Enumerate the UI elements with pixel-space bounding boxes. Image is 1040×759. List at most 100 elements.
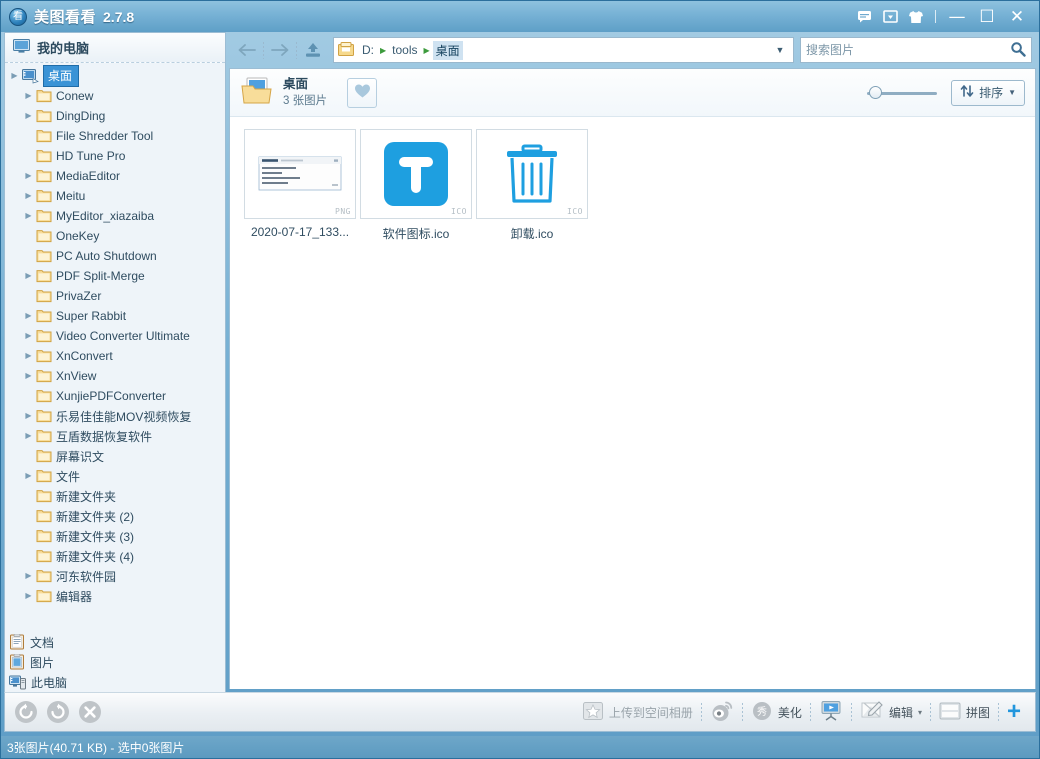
thumbnail-image[interactable]: ICO (476, 129, 588, 219)
upload-to-album-button[interactable]: 上传到空间相册 (576, 697, 699, 727)
maximize-button[interactable]: ☐ (972, 6, 1002, 28)
tree-item[interactable]: ▶ 新建文件夹 (5, 486, 225, 506)
folder-icon (36, 489, 52, 503)
folder-icon (36, 269, 52, 283)
tree-item[interactable]: ▶ 新建文件夹 (3) (5, 526, 225, 546)
tree-item[interactable]: ▶ XnView (5, 366, 225, 386)
status-text: 3张图片(40.71 KB) - 选中0张图片 (7, 740, 185, 755)
tree-item-label: Video Converter Ultimate (56, 329, 190, 343)
tree-item[interactable]: ▶ DingDing (5, 106, 225, 126)
rotate-left-icon[interactable] (13, 699, 39, 725)
expand-arrow-icon[interactable]: ▶ (21, 266, 36, 286)
thumbnail-image[interactable]: PNG (244, 129, 356, 219)
search-box[interactable] (800, 37, 1032, 63)
delete-icon[interactable] (77, 699, 103, 725)
expand-arrow-icon[interactable]: ▶ (7, 66, 22, 86)
search-input[interactable] (806, 43, 1010, 57)
thumbnail-image[interactable]: ICO (360, 129, 472, 219)
tree-item[interactable]: ▶ 新建文件夹 (4) (5, 546, 225, 566)
forward-arrow-icon[interactable] (266, 36, 294, 64)
tree-item[interactable]: ▶ OneKey (5, 226, 225, 246)
folder-icon (36, 89, 52, 103)
desktop-icon (22, 68, 39, 84)
tree-item[interactable]: ▶ 互盾数据恢复软件 (5, 426, 225, 446)
breadcrumb-item[interactable]: D: (359, 42, 377, 58)
sidebar-places[interactable]: 文档 图片 此电脑 (5, 632, 225, 692)
tree-item[interactable]: ▶ HD Tune Pro (5, 146, 225, 166)
tree-item[interactable]: ▶ 桌面 (5, 65, 225, 87)
feedback-icon[interactable] (851, 6, 877, 28)
tree-item[interactable]: ▶ MyEditor_xiazaiba (5, 206, 225, 226)
thumbnail-grid[interactable]: PNG 2020-07-17_133... ICO 软件图标.ico ICO 卸载.ico (230, 117, 1035, 689)
tree-item[interactable]: ▶ File Shredder Tool (5, 126, 225, 146)
dropdown-icon[interactable] (877, 6, 903, 28)
expand-arrow-icon[interactable]: ▶ (21, 586, 36, 606)
upload-icon[interactable] (299, 36, 327, 64)
tree-item[interactable]: ▶ 新建文件夹 (2) (5, 506, 225, 526)
search-icon[interactable] (1010, 41, 1026, 60)
beautify-button[interactable]: 秀 美化 (745, 697, 808, 727)
tree-item-label: 河东软件园 (56, 569, 117, 584)
sidebar-place-item[interactable]: 文档 (5, 632, 225, 652)
expand-arrow-icon[interactable]: ▶ (21, 106, 36, 126)
minimize-button[interactable]: — (942, 6, 972, 28)
expand-arrow-icon[interactable]: ▶ (21, 186, 36, 206)
tree-item[interactable]: ▶ 编辑器 (5, 586, 225, 606)
tree-item[interactable]: ▶ Meitu (5, 186, 225, 206)
breadcrumb-item[interactable]: 桌面 (432, 40, 463, 60)
zoom-slider[interactable] (867, 83, 938, 103)
tree-item[interactable]: ▶ MediaEditor (5, 166, 225, 186)
tree-item[interactable]: ▶ XnConvert (5, 346, 225, 366)
tree-item-label: PrivaZer (56, 289, 102, 303)
tree-item[interactable]: ▶ Conew (5, 86, 225, 106)
expand-arrow-icon[interactable]: ▶ (21, 346, 36, 366)
expand-arrow-icon[interactable]: ▶ (21, 206, 36, 226)
tree-item[interactable]: ▶ Super Rabbit (5, 306, 225, 326)
thumbnail-filename: 卸载.ico (510, 227, 554, 241)
thumbnail-item[interactable]: ICO 软件图标.ico (360, 129, 476, 242)
tree-item[interactable]: ▶ Video Converter Ultimate (5, 326, 225, 346)
weibo-share-button[interactable] (704, 697, 740, 727)
edit-button[interactable]: 编辑 ▾ (854, 697, 928, 727)
tree-item[interactable]: ▶ 乐易佳佳能MOV视频恢复 (5, 406, 225, 426)
tree-item[interactable]: ▶ 屏幕识文 (5, 446, 225, 466)
expand-arrow-icon[interactable]: ▶ (21, 566, 36, 586)
expand-arrow-icon[interactable]: ▶ (21, 406, 36, 426)
tree-arrow-placeholder: ▶ (21, 126, 36, 146)
tree-item[interactable]: ▶ 文件 (5, 466, 225, 486)
expand-arrow-icon[interactable]: ▶ (21, 366, 36, 386)
sidebar-place-item[interactable]: 图片 (5, 652, 225, 672)
expand-arrow-icon[interactable]: ▶ (21, 426, 36, 446)
tree-item[interactable]: ▶ PC Auto Shutdown (5, 246, 225, 266)
thumbnail-item[interactable]: ICO 卸载.ico (476, 129, 592, 242)
tree-item[interactable]: ▶ PrivaZer (5, 286, 225, 306)
breadcrumb-item[interactable]: tools (389, 42, 420, 58)
sidebar-place-item[interactable]: 此电脑 (5, 672, 225, 692)
documents-icon (9, 634, 25, 650)
expand-arrow-icon[interactable]: ▶ (21, 86, 36, 106)
chevron-down-icon[interactable]: ▾ (918, 708, 922, 717)
slideshow-button[interactable] (813, 697, 849, 727)
tree-item[interactable]: ▶ XunjiePDFConverter (5, 386, 225, 406)
expand-arrow-icon[interactable]: ▶ (21, 326, 36, 346)
favorite-button[interactable] (347, 77, 378, 108)
tree-item-label: 新建文件夹 (56, 489, 117, 504)
tree-item[interactable]: ▶ PDF Split-Merge (5, 266, 225, 286)
zoom-slider-knob[interactable] (869, 85, 883, 99)
expand-arrow-icon[interactable]: ▶ (21, 306, 36, 326)
breadcrumb-bar[interactable]: D: ▶ tools ▶ 桌面 ▼ (333, 37, 794, 63)
folder-tree[interactable]: ▶ 桌面 ▶ Conew ▶ DingDing ▶ File Shredder Tool ▶ HD… (5, 63, 225, 632)
tree-item[interactable]: ▶ 河东软件园 (5, 566, 225, 586)
collage-button[interactable]: 拼图 (933, 697, 996, 727)
thumbnail-item[interactable]: PNG 2020-07-17_133... (244, 129, 360, 242)
expand-arrow-icon[interactable]: ▶ (21, 166, 36, 186)
skin-icon[interactable] (903, 6, 929, 28)
rotate-right-icon[interactable] (45, 699, 71, 725)
close-button[interactable]: ✕ (1002, 6, 1032, 28)
breadcrumb-dropdown-icon[interactable]: ▼ (771, 45, 789, 55)
sort-button[interactable]: 排序 ▼ (951, 79, 1025, 106)
add-button[interactable]: + (1001, 700, 1027, 724)
folder-icon (36, 309, 52, 323)
expand-arrow-icon[interactable]: ▶ (21, 466, 36, 486)
back-arrow-icon[interactable] (233, 36, 261, 64)
